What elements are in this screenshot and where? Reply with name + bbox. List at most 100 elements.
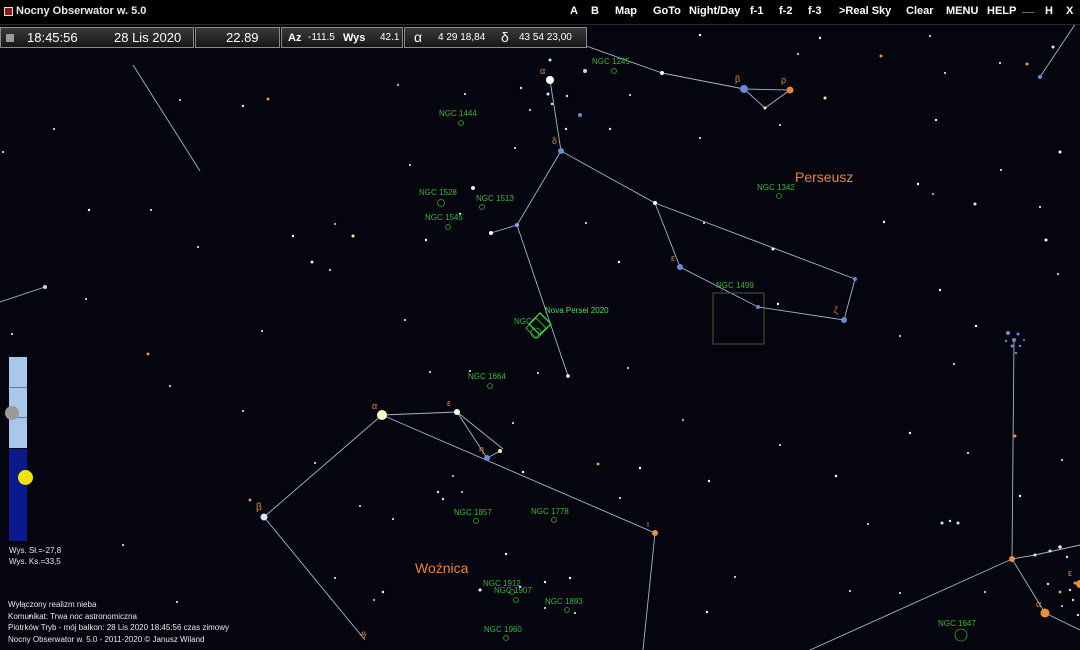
star[interactable]: [938, 288, 942, 292]
label-ngc1342[interactable]: NGC 1342: [757, 183, 795, 192]
star[interactable]: [372, 598, 376, 602]
star[interactable]: [1051, 45, 1055, 49]
star[interactable]: [248, 498, 252, 502]
star[interactable]: [333, 222, 337, 226]
star[interactable]: [261, 330, 263, 332]
star[interactable]: [953, 363, 955, 365]
star[interactable]: [122, 544, 124, 546]
menu-map[interactable]: Map: [615, 5, 637, 17]
star[interactable]: [698, 33, 702, 37]
star[interactable]: [797, 53, 799, 55]
menu-f3[interactable]: f-3: [808, 5, 821, 17]
star-elnath[interactable]: [1009, 556, 1015, 562]
star[interactable]: [464, 93, 466, 95]
star[interactable]: [1038, 75, 1042, 79]
coordinates-panel[interactable]: α 4 29 18,84 δ 43 54 23,00: [404, 27, 587, 48]
star[interactable]: [1061, 459, 1063, 461]
star[interactable]: [359, 505, 361, 507]
minimize-button[interactable]: __: [1022, 2, 1034, 14]
star[interactable]: [1076, 613, 1080, 617]
star[interactable]: [441, 497, 445, 501]
star[interactable]: [734, 576, 736, 578]
star-iota-aur[interactable]: [652, 530, 658, 536]
star[interactable]: [1023, 339, 1025, 341]
star[interactable]: [867, 523, 869, 525]
star[interactable]: [179, 99, 181, 101]
star[interactable]: [974, 324, 978, 328]
star[interactable]: [1014, 351, 1018, 355]
menu-night-day[interactable]: Night/Day: [689, 5, 740, 17]
star[interactable]: [1000, 169, 1002, 171]
label-ngc1528[interactable]: NGC 1528: [419, 188, 457, 197]
star[interactable]: [314, 462, 316, 464]
label-ngc1499[interactable]: NGC 1499: [716, 281, 754, 290]
star[interactable]: [529, 109, 531, 111]
star-zeta-per[interactable]: [841, 317, 847, 323]
star[interactable]: [565, 94, 569, 98]
star[interactable]: [291, 234, 295, 238]
panel-toggle-icon[interactable]: [6, 34, 14, 42]
star-delta-per[interactable]: [558, 148, 564, 154]
altitude-indicator[interactable]: [5, 357, 33, 541]
star[interactable]: [512, 422, 514, 424]
sky-map[interactable]: [0, 25, 1080, 650]
star[interactable]: [478, 588, 482, 592]
star[interactable]: [409, 164, 411, 166]
star[interactable]: [771, 247, 775, 251]
star[interactable]: [779, 444, 781, 446]
star[interactable]: [550, 102, 554, 106]
menu-real-sky[interactable]: >Real Sky: [839, 5, 891, 17]
sky-background[interactable]: [0, 25, 1080, 650]
label-ngc1664[interactable]: NGC 1664: [468, 372, 506, 381]
label-ngc1647[interactable]: NGC 1647: [938, 619, 976, 628]
star[interactable]: [940, 521, 944, 525]
star[interactable]: [660, 71, 664, 75]
star[interactable]: [627, 367, 629, 369]
star[interactable]: [429, 371, 431, 373]
star[interactable]: [882, 220, 886, 224]
star-epsilon-aur[interactable]: [454, 409, 460, 415]
star[interactable]: [1065, 555, 1069, 559]
star[interactable]: [544, 607, 546, 609]
label-ngc1545[interactable]: NGC 1545: [425, 213, 463, 222]
label-ngc1582[interactable]: NGC: [514, 317, 532, 326]
star[interactable]: [834, 474, 838, 478]
star[interactable]: [176, 601, 178, 603]
star[interactable]: [1048, 549, 1052, 553]
star[interactable]: [1057, 273, 1059, 275]
star[interactable]: [779, 124, 781, 126]
menu-goto[interactable]: GoTo: [653, 5, 681, 17]
star[interactable]: [585, 222, 587, 224]
star[interactable]: [1010, 344, 1014, 348]
star[interactable]: [150, 209, 152, 211]
menu-help[interactable]: HELP: [987, 5, 1016, 17]
azimuth-panel[interactable]: Az -111.5 Wys 42.1: [281, 27, 403, 48]
star[interactable]: [1033, 553, 1037, 557]
star[interactable]: [849, 590, 851, 592]
star[interactable]: [756, 305, 760, 309]
app-icon[interactable]: [4, 7, 13, 16]
star[interactable]: [1006, 331, 1010, 335]
star[interactable]: [1012, 338, 1016, 342]
star[interactable]: [583, 69, 587, 73]
star[interactable]: [1071, 598, 1075, 602]
star[interactable]: [514, 147, 516, 149]
star[interactable]: [436, 490, 440, 494]
star[interactable]: [1068, 588, 1072, 592]
star[interactable]: [944, 72, 946, 74]
star[interactable]: [424, 238, 428, 242]
star[interactable]: [546, 92, 550, 96]
star[interactable]: [351, 234, 355, 238]
star[interactable]: [823, 96, 827, 100]
star-menkalinan[interactable]: [260, 513, 268, 521]
star-capella[interactable]: [377, 410, 387, 420]
star[interactable]: [1058, 150, 1062, 154]
label-ngc1513[interactable]: NGC 1513: [476, 194, 514, 203]
star[interactable]: [956, 521, 960, 525]
star[interactable]: [916, 182, 920, 186]
star[interactable]: [11, 333, 13, 335]
label-ngc1893[interactable]: NGC 1893: [545, 597, 583, 606]
star[interactable]: [1018, 494, 1022, 498]
star[interactable]: [566, 374, 570, 378]
close-button[interactable]: X: [1066, 5, 1073, 17]
